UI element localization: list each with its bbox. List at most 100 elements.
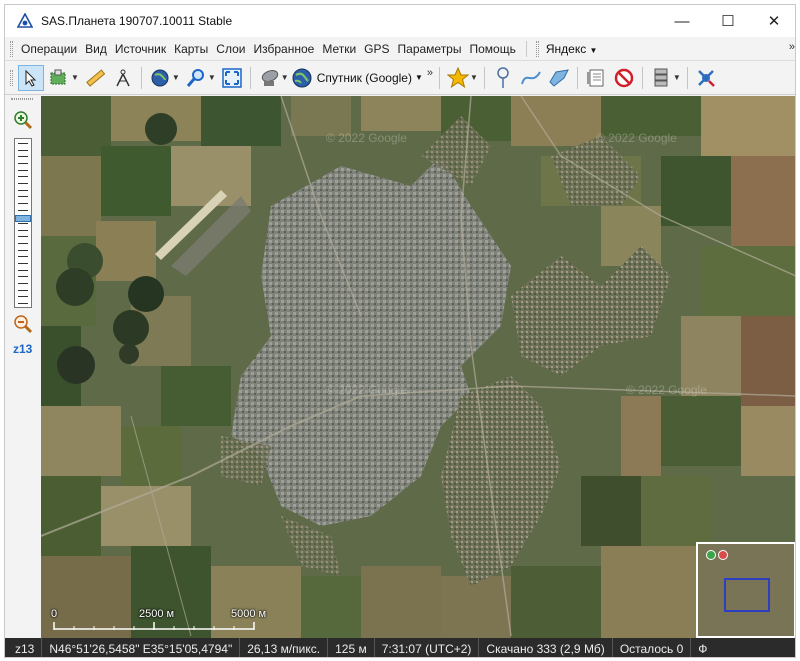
watermark-text: © 2022 Google [626, 383, 707, 397]
zoom-slider-tick [18, 149, 28, 151]
cache-dropdown-icon[interactable]: ▼ [673, 73, 681, 82]
fullscreen-icon [222, 67, 242, 88]
status-downloaded: Скачано 333 (2,9 Мб) [479, 638, 613, 657]
pointer-tool-button[interactable] [18, 64, 44, 91]
satellite-map-view[interactable]: © 2022 Google © 2022 Google © 2022 Googl… [41, 96, 795, 638]
globe-dropdown-icon[interactable]: ▼ [172, 73, 180, 82]
search-button[interactable] [183, 65, 209, 91]
zoom-slider-tick [18, 289, 28, 291]
hide-marks-button[interactable] [611, 65, 637, 91]
zoom-slider-tick [18, 256, 28, 258]
map-type-dropdown-icon[interactable]: ▼ [281, 73, 289, 82]
zoom-level-label: z13 [13, 342, 33, 356]
provider-grip[interactable] [535, 40, 539, 57]
status-bar: z13 N46°51'26,5458" E35°15'05,4794" 26,1… [5, 638, 795, 657]
menu-overflow-button[interactable]: » [789, 41, 795, 53]
satellite-dish-icon [261, 69, 278, 86]
app-window: SAS.Планета 190707.10011 Stable — ☐ ✕ Оп… [4, 4, 796, 658]
close-button[interactable]: ✕ [751, 5, 795, 37]
fullscreen-button[interactable] [219, 65, 245, 91]
main-toolbar: ▼ ▼ ▼ ▼ Спутник (Google) ▼ » ▼ ▼ [5, 61, 795, 95]
minimap-viewport-frame[interactable] [724, 578, 770, 612]
status-resolution: 26,13 м/пикс. [240, 638, 329, 657]
zoom-slider-tick [18, 303, 28, 304]
zoom-slider-tick [18, 169, 28, 171]
minimap-zoom-in-icon[interactable] [706, 550, 716, 560]
menu-favorites[interactable]: Избранное [249, 42, 318, 56]
select-area-button[interactable] [46, 65, 72, 91]
watermark-text: © 2022 Google [326, 383, 407, 397]
polygon-icon [549, 68, 569, 87]
maximize-button[interactable]: ☐ [705, 5, 751, 37]
zoom-out-icon[interactable] [13, 314, 33, 334]
zoom-panel-grip[interactable] [11, 98, 33, 100]
toolbar-overflow-button[interactable]: » [427, 67, 433, 79]
menu-source[interactable]: Источник [111, 42, 170, 56]
no-entry-icon [614, 68, 634, 87]
globe-icon [292, 68, 312, 87]
minimap[interactable] [696, 542, 795, 638]
scale-ruler [53, 622, 255, 630]
toolbar-separator [686, 66, 688, 89]
menu-view[interactable]: Вид [81, 42, 111, 56]
menu-gps[interactable]: GPS [360, 42, 393, 56]
marks-manager-button[interactable] [583, 65, 609, 91]
zoom-slider-tick [18, 263, 28, 264]
menu-grip[interactable] [10, 40, 13, 57]
favorites-button[interactable] [445, 65, 471, 91]
globe-view-button[interactable] [147, 65, 173, 91]
title-bar[interactable]: SAS.Планета 190707.10011 Stable — ☐ ✕ [5, 5, 795, 37]
zoom-slider-tick [18, 156, 28, 158]
menu-separator [525, 40, 527, 57]
zoom-in-icon[interactable] [13, 110, 33, 130]
menu-layers[interactable]: Слои [212, 42, 249, 56]
zoom-slider-tick [18, 189, 28, 191]
zoom-panel: z13 [5, 96, 41, 638]
favorites-dropdown-icon[interactable]: ▼ [470, 73, 478, 82]
map-source-label: Спутник (Google) [316, 70, 412, 85]
menu-marks[interactable]: Метки [318, 42, 360, 56]
menu-operations[interactable]: Операции [17, 42, 81, 56]
zoom-slider-tick [18, 196, 28, 198]
zoom-slider-tick [18, 203, 28, 204]
gps-button[interactable] [693, 65, 719, 91]
zoom-slider-tick [18, 296, 28, 298]
map-type-button[interactable] [256, 65, 282, 91]
provider-dropdown[interactable]: Яндекс ▼ [543, 42, 601, 56]
zoom-slider-tick [18, 209, 28, 211]
zoom-slider-tick [18, 229, 28, 231]
ruler-icon [86, 68, 105, 87]
add-path-button[interactable] [518, 65, 544, 91]
toolbar-separator [641, 66, 643, 89]
zoom-slider-tick [18, 143, 28, 144]
minimap-zoom-out-icon[interactable] [718, 550, 728, 560]
toolbar-grip[interactable] [10, 69, 13, 86]
zoom-slider-tick [18, 163, 28, 164]
menu-maps[interactable]: Карты [170, 42, 212, 56]
status-zoom: z13 [5, 638, 43, 657]
status-coordinates: N46°51'26,5458" E35°15'05,4794" [42, 638, 241, 657]
add-placemark-button[interactable] [490, 65, 516, 91]
compass-icon [116, 69, 130, 86]
zoom-slider[interactable] [14, 138, 32, 308]
search-dropdown-icon[interactable]: ▼ [208, 73, 216, 82]
zoom-slider-thumb[interactable] [15, 214, 31, 222]
watermark-text: © 2022 Google [596, 131, 677, 145]
polyline-icon [520, 70, 541, 84]
add-polygon-button[interactable] [546, 65, 572, 91]
minimize-button[interactable]: — [659, 5, 705, 37]
zoom-slider-tick [18, 249, 28, 251]
marks-list-icon [586, 69, 604, 86]
menu-settings[interactable]: Параметры [394, 42, 466, 56]
zoom-slider-tick [18, 283, 28, 284]
satellite-imagery: © 2022 Google © 2022 Google © 2022 Googl… [41, 96, 795, 638]
zoom-slider-tick [18, 236, 28, 238]
menu-help[interactable]: Помощь [465, 42, 519, 56]
globe-icon [151, 69, 169, 86]
zoom-slider-tick [18, 276, 28, 278]
select-area-dropdown-icon[interactable]: ▼ [71, 73, 79, 82]
compass-button[interactable] [110, 65, 136, 91]
ruler-button[interactable] [82, 65, 108, 91]
cache-button[interactable] [648, 65, 674, 91]
map-source-dropdown[interactable]: Спутник (Google) ▼ [291, 67, 423, 89]
